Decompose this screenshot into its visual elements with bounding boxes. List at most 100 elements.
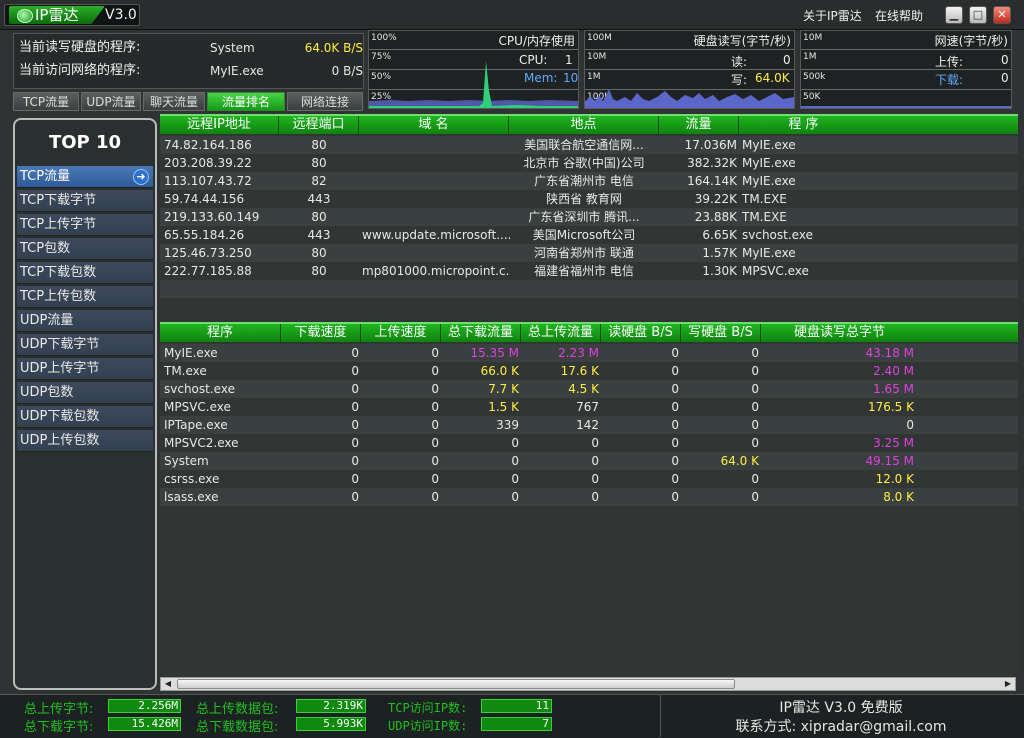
scroll-left-icon[interactable]: ◀ <box>161 678 175 690</box>
process-row[interactable]: svchost.exe 0 0 7.7 K 4.5 K 0 0 1.65 M <box>160 380 1018 398</box>
conn-domain <box>362 244 510 262</box>
process-row[interactable]: System 0 0 0 0 0 64.0 K 49.15 M <box>160 452 1018 470</box>
disk-io-graph: 100M 10M 1M 100K 硬盘读写(字节/秒) 读: 0 写: 64.0… <box>584 30 795 109</box>
menu-about[interactable]: 关于IP雷达 <box>803 7 862 24</box>
proc-upload-speed: 0 <box>431 490 439 504</box>
conn-domain <box>362 172 510 190</box>
connection-row[interactable]: 65.55.184.26 443 www.update.microsoft.... 美… <box>160 226 1018 244</box>
proc-disk-write: 0 <box>751 418 759 432</box>
category-tcp-upload-packets[interactable]: TCP上传包数 <box>17 286 153 308</box>
col-domain[interactable]: 域 名 <box>359 116 509 134</box>
category-udp-download-packets[interactable]: UDP下载包数 <box>17 406 153 428</box>
conn-program: MPSVC.exe <box>742 264 809 278</box>
app-name-text: IP雷达 <box>35 6 79 24</box>
proc-download-speed: 0 <box>351 454 359 468</box>
category-udp-upload-packets[interactable]: UDP上传包数 <box>17 430 153 452</box>
conn-traffic: 382.32K <box>687 156 737 170</box>
col-download-speed[interactable]: 下载速度 <box>281 324 361 342</box>
conn-ip: 59.74.44.156 <box>164 192 245 206</box>
col-upload-speed[interactable]: 上传速度 <box>361 324 441 342</box>
category-tcp-packets[interactable]: TCP包数 <box>17 238 153 260</box>
tab-tcp-traffic[interactable]: TCP流量 <box>13 92 79 111</box>
connection-row[interactable]: 219.133.60.149 80 广东省深圳市 腾讯... 23.88K TM.EXE <box>160 208 1018 226</box>
total-download-bytes-label: 总下载字节: <box>24 720 94 735</box>
total-download-packets-label: 总下载数据包: <box>196 720 279 735</box>
proc-upload-speed: 0 <box>431 454 439 468</box>
scroll-right-icon[interactable]: ▶ <box>1001 678 1015 690</box>
process-row[interactable]: csrss.exe 0 0 0 0 0 0 12.0 K <box>160 470 1018 488</box>
empty-row <box>160 280 1018 298</box>
empty-row <box>160 298 1018 316</box>
col-disk-write[interactable]: 写硬盘 B/S <box>681 324 761 342</box>
process-row[interactable]: TM.exe 0 0 66.0 K 17.6 K 0 0 2.40 M <box>160 362 1018 380</box>
col-remote-port[interactable]: 远程端口 <box>279 116 359 134</box>
category-udp-traffic[interactable]: UDP流量 <box>17 310 153 332</box>
connection-row[interactable]: 222.77.185.88 80 mp801000.micropoint.c... 福… <box>160 262 1018 280</box>
proc-download-speed: 0 <box>351 472 359 486</box>
col-process[interactable]: 程序 <box>160 324 281 342</box>
horizontal-scrollbar[interactable]: ◀ ▶ <box>160 677 1016 691</box>
category-udp-upload-bytes[interactable]: UDP上传字节 <box>17 358 153 380</box>
col-remote-ip[interactable]: 远程IP地址 <box>160 116 279 134</box>
tab-network-connections[interactable]: 网络连接 <box>287 92 363 111</box>
connection-row[interactable]: 113.107.43.72 82 广东省潮州市 电信 164.14K MyIE.exe <box>160 172 1018 190</box>
proc-download-speed: 0 <box>351 382 359 396</box>
col-disk-total[interactable]: 硬盘读写总字节 <box>761 324 1018 342</box>
conn-port: 443 <box>307 228 331 242</box>
app-name: IP雷达 <box>9 6 105 24</box>
col-program[interactable]: 程 序 <box>739 116 1018 134</box>
disk-activity-label: 当前读写硬盘的程序: <box>19 40 141 55</box>
net-activity-label: 当前访问网络的程序: <box>19 63 141 78</box>
connection-row[interactable]: 125.46.73.250 80 河南省郑州市 联通 1.57K MyIE.exe <box>160 244 1018 262</box>
conn-port: 82 <box>311 174 327 188</box>
conn-ip: 219.133.60.149 <box>164 210 260 224</box>
process-row[interactable]: MPSVC2.exe 0 0 0 0 0 0 3.25 M <box>160 434 1018 452</box>
col-traffic[interactable]: 流量 <box>659 116 739 134</box>
col-total-upload[interactable]: 总上传流量 <box>521 324 601 342</box>
category-tcp-download-bytes[interactable]: TCP下载字节 <box>17 190 153 212</box>
maximize-button[interactable]: □ <box>969 6 987 24</box>
proc-total-download: 0 <box>511 472 519 486</box>
processes-table: 程序 下载速度 上传速度 总下载流量 总上传流量 读硬盘 B/S 写硬盘 B/S… <box>160 322 1018 676</box>
category-label: TCP流量 <box>20 169 71 184</box>
connection-row[interactable]: 59.74.44.156 443 陕西省 教育网 39.22K TM.EXE <box>160 190 1018 208</box>
proc-upload-speed: 0 <box>431 472 439 486</box>
conn-ip: 74.82.164.186 <box>164 138 252 152</box>
category-tcp-traffic[interactable]: TCP流量 ➜ <box>17 166 153 188</box>
category-udp-download-bytes[interactable]: UDP下载字节 <box>17 334 153 356</box>
process-row[interactable]: lsass.exe 0 0 0 0 0 0 8.0 K <box>160 488 1018 506</box>
proc-download-speed: 0 <box>351 418 359 432</box>
category-udp-packets[interactable]: UDP包数 <box>17 382 153 404</box>
process-row[interactable]: MyIE.exe 0 0 15.35 M 2.23 M 0 0 43.18 M <box>160 344 1018 362</box>
close-button[interactable]: ✕ <box>993 6 1011 24</box>
tab-chat-traffic[interactable]: 聊天流量 <box>143 92 205 111</box>
col-disk-read[interactable]: 读硬盘 B/S <box>601 324 681 342</box>
scrollbar-thumb[interactable] <box>177 679 735 689</box>
process-row[interactable]: IPTape.exe 0 0 339 142 0 0 0 <box>160 416 1018 434</box>
minimize-button[interactable]: ▁ <box>945 6 963 24</box>
net-activity-row: 当前访问网络的程序: MyIE.exe 0 B/S <box>19 61 363 81</box>
conn-ip: 65.55.184.26 <box>164 228 245 242</box>
col-total-download[interactable]: 总下载流量 <box>441 324 521 342</box>
conn-port: 80 <box>311 138 327 152</box>
col-location[interactable]: 地点 <box>509 116 659 134</box>
tab-udp-traffic[interactable]: UDP流量 <box>81 92 141 111</box>
tab-traffic-ranking[interactable]: 流量排名 <box>207 92 285 111</box>
proc-disk-write: 0 <box>751 472 759 486</box>
menu-help[interactable]: 在线帮助 <box>875 7 923 24</box>
category-tcp-upload-bytes[interactable]: TCP上传字节 <box>17 214 153 236</box>
conn-program: TM.EXE <box>742 192 787 206</box>
connection-row[interactable]: 74.82.164.186 80 美国联合航空通信网... 17.036M MyIE.e… <box>160 136 1018 154</box>
proc-disk-write: 0 <box>751 346 759 360</box>
conn-program: MyIE.exe <box>742 156 796 170</box>
process-row[interactable]: MPSVC.exe 0 0 1.5 K 767 0 0 176.5 K <box>160 398 1018 416</box>
proc-download-speed: 0 <box>351 490 359 504</box>
minimize-icon: ▁ <box>949 8 959 21</box>
connection-row[interactable]: 203.208.39.22 80 北京市 谷歌(中国)公司 382.32K MyIE.e… <box>160 154 1018 172</box>
conn-port: 80 <box>311 246 327 260</box>
proc-disk-total: 1.65 M <box>873 382 914 396</box>
category-tcp-download-packets[interactable]: TCP下载包数 <box>17 262 153 284</box>
cpu-memory-graph: 100% 75% 50% 25% CPU/内存使用 CPU: 1 Mem: 10 <box>368 30 579 109</box>
radar-logo-icon <box>17 9 33 23</box>
total-upload-packets-label: 总上传数据包: <box>196 702 279 717</box>
